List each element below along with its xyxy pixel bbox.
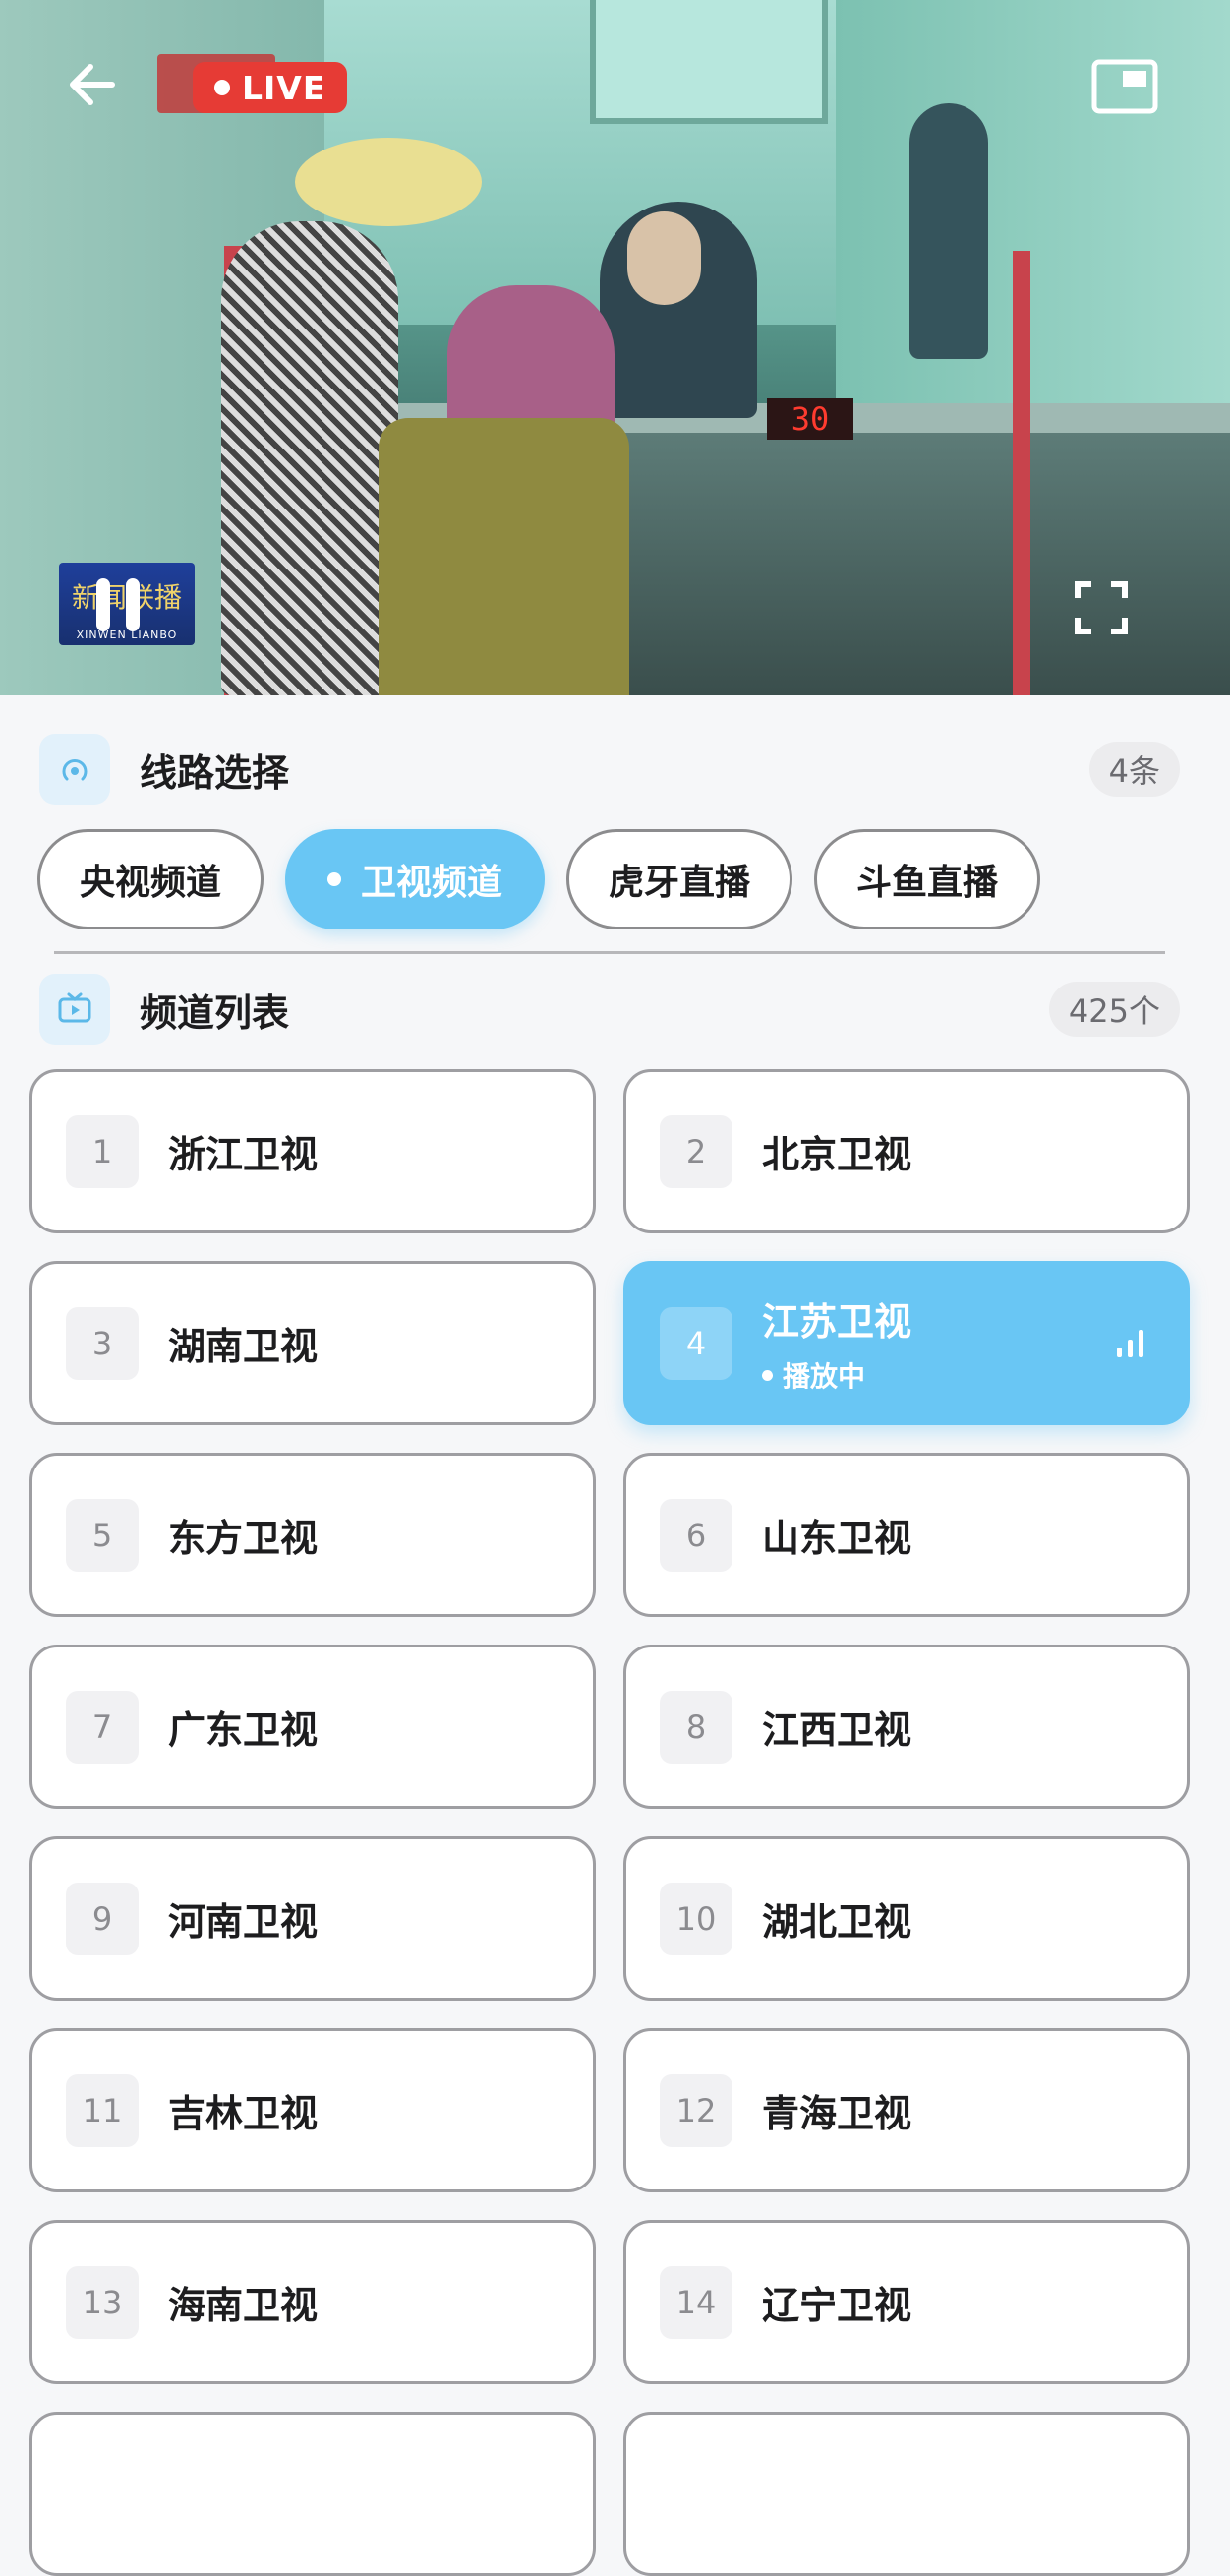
channel-card[interactable]: 10 湖北卫视: [623, 1836, 1190, 2001]
tab-huya[interactable]: 虎牙直播: [566, 829, 793, 929]
channel-name: 江西卫视: [762, 1708, 912, 1752]
channel-card[interactable]: 6 山东卫视: [623, 1453, 1190, 1617]
signal-broadcast-icon: [39, 734, 110, 805]
channel-number: 11: [66, 2073, 139, 2147]
channel-number: 4: [660, 1306, 732, 1380]
route-count-badge: 4条: [1088, 742, 1180, 797]
route-section-header: 线路选择 4条: [39, 734, 1180, 805]
channel-name: 海南卫视: [168, 2284, 319, 2327]
channel-card[interactable]: 1 浙江卫视: [29, 1069, 596, 1233]
channel-count-badge: 425个: [1048, 982, 1180, 1037]
channel-name: 湖南卫视: [168, 1325, 319, 1368]
channel-name-wrap: 江苏卫视 播放中: [762, 1291, 911, 1395]
channel-name: 河南卫视: [168, 1900, 319, 1944]
channel-section-title: 频道列表: [140, 990, 290, 1035]
channel-number: 1: [66, 1114, 139, 1188]
channel-card[interactable]: 3 湖南卫视: [29, 1261, 596, 1425]
pip-icon[interactable]: [1091, 59, 1158, 114]
channel-number: 2: [660, 1114, 732, 1188]
channel-number: 5: [66, 1498, 139, 1572]
video-frame: [221, 221, 398, 695]
route-tabs: 央视频道 卫视频道 虎牙直播 斗鱼直播: [37, 829, 1041, 929]
fullscreen-icon[interactable]: [1074, 580, 1129, 635]
route-section-title: 线路选择: [140, 750, 290, 795]
channel-card[interactable]: 8 江西卫视: [623, 1645, 1190, 1809]
channel-card[interactable]: 13 海南卫视: [29, 2220, 596, 2384]
tab-label: 卫视频道: [361, 863, 503, 903]
video-frame: [447, 285, 615, 433]
tab-douyu[interactable]: 斗鱼直播: [814, 829, 1041, 929]
tv-icon: [39, 974, 110, 1045]
channel-number: 14: [660, 2265, 732, 2339]
channel-grid: 1 浙江卫视 2 北京卫视 3 湖南卫视 4 江苏卫视 播放中 5 东方卫视 6…: [29, 1069, 1190, 2576]
channel-number: 3: [66, 1306, 139, 1380]
channel-card[interactable]: 7 广东卫视: [29, 1645, 596, 1809]
tab-label: 虎牙直播: [609, 863, 751, 903]
channel-card-partial[interactable]: [29, 2412, 596, 2576]
now-playing-indicator: 播放中: [762, 1355, 911, 1395]
video-frame: [295, 138, 482, 226]
channel-name: 湖北卫视: [762, 1900, 912, 1944]
section-divider: [54, 951, 1165, 954]
channel-name: 江苏卫视: [762, 1300, 912, 1344]
channel-number: 7: [66, 1690, 139, 1764]
tab-cctv[interactable]: 央视频道: [37, 829, 264, 929]
channel-name: 辽宁卫视: [762, 2284, 912, 2327]
video-frame: [1013, 251, 1030, 695]
video-frame: [627, 211, 701, 305]
channel-section-header: 频道列表 425个: [39, 974, 1180, 1045]
playing-dot-icon: [762, 1369, 773, 1381]
tab-label: 斗鱼直播: [856, 863, 999, 903]
channel-name: 浙江卫视: [168, 1133, 319, 1176]
video-frame: [909, 103, 988, 359]
channel-number: 9: [66, 1882, 139, 1955]
channel-name: 北京卫视: [762, 1133, 912, 1176]
live-label: LIVE: [242, 68, 326, 107]
back-arrow-icon[interactable]: [63, 55, 122, 114]
now-playing-label: 播放中: [783, 1360, 866, 1393]
tab-label: 央视频道: [80, 863, 222, 903]
channel-number: 6: [660, 1498, 732, 1572]
signal-bars-icon: [1114, 1326, 1147, 1359]
channel-name: 东方卫视: [168, 1517, 319, 1560]
video-frame: [590, 0, 828, 124]
channel-card[interactable]: 11 吉林卫视: [29, 2028, 596, 2192]
live-badge: LIVE: [193, 62, 348, 113]
channel-card[interactable]: 9 河南卫视: [29, 1836, 596, 2001]
channel-number: 10: [660, 1882, 732, 1955]
tab-satellite[interactable]: 卫视频道: [285, 829, 546, 929]
live-dot-icon: [214, 80, 230, 95]
channel-card[interactable]: 14 辽宁卫视: [623, 2220, 1190, 2384]
channel-name: 吉林卫视: [168, 2092, 319, 2135]
video-player[interactable]: 30 新闻联播 XINWEN LIANBO LIVE: [0, 0, 1230, 695]
channel-card[interactable]: 12 青海卫视: [623, 2028, 1190, 2192]
channel-name: 山东卫视: [762, 1517, 912, 1560]
channel-card-partial[interactable]: [623, 2412, 1190, 2576]
channel-card-active[interactable]: 4 江苏卫视 播放中: [623, 1261, 1190, 1425]
video-frame: [379, 418, 629, 695]
channel-card[interactable]: 5 东方卫视: [29, 1453, 596, 1617]
channel-name: 广东卫视: [168, 1708, 319, 1752]
channel-number: 8: [660, 1690, 732, 1764]
pause-icon[interactable]: [88, 570, 147, 639]
channel-number: 13: [66, 2265, 139, 2339]
channel-number: 12: [660, 2073, 732, 2147]
counter-display: 30: [767, 398, 853, 440]
active-dot-icon: [327, 872, 342, 886]
channel-name: 青海卫视: [762, 2092, 912, 2135]
channel-card[interactable]: 2 北京卫视: [623, 1069, 1190, 1233]
